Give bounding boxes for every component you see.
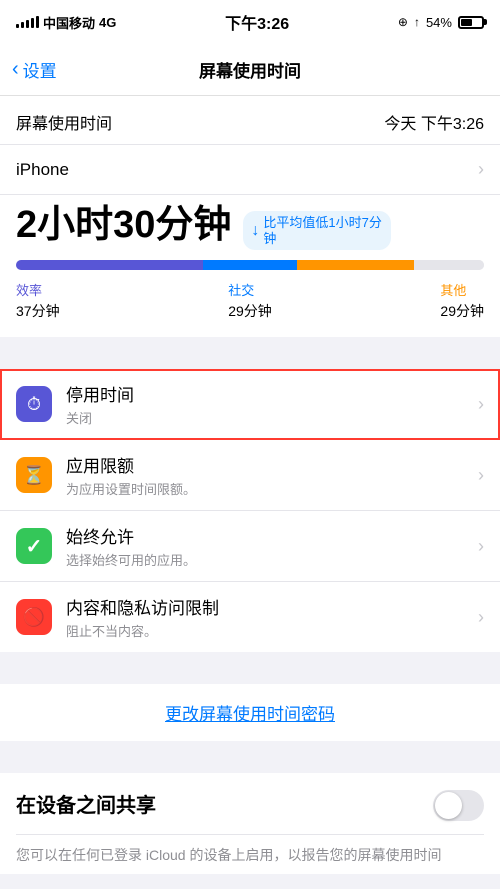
change-passcode-link[interactable]: 更改屏幕使用时间密码 <box>16 700 484 725</box>
network-type-label: 4G <box>99 15 116 30</box>
usage-item-social: 社交 29分钟 <box>228 280 272 321</box>
content-privacy-icon-bg: 🚫 <box>16 599 52 635</box>
section-gap-2 <box>0 652 500 684</box>
downtime-title: 停用时间 <box>66 381 478 406</box>
usage-value-efficiency: 37分钟 <box>16 301 60 321</box>
content-privacy-title: 内容和隐私访问限制 <box>66 594 478 619</box>
signal-icon <box>16 16 39 28</box>
big-time-row: 2小时30分钟 ↓ 比平均值低1小时7分钟 <box>16 205 484 250</box>
usage-label-efficiency: 效率 <box>16 280 60 299</box>
back-button[interactable]: ‹ 设置 <box>12 57 57 82</box>
status-bar-left: 中国移动 4G <box>16 13 116 32</box>
status-bar: 中国移动 4G 下午3:26 ⊕ ↑ 54% <box>0 0 500 44</box>
time-display-section: 2小时30分钟 ↓ 比平均值低1小时7分钟 效率 37分钟 社交 29分钟 <box>0 195 500 337</box>
usage-item-other: 其他 29分钟 <box>440 280 484 321</box>
usage-breakdown: 效率 37分钟 社交 29分钟 其他 29分钟 <box>16 280 484 321</box>
always-allowed-chevron-icon: › <box>478 536 484 557</box>
always-allowed-title: 始终允许 <box>66 523 478 548</box>
progress-segment-social <box>203 260 297 270</box>
big-time-display: 2小时30分钟 <box>16 205 231 247</box>
comparison-arrow-icon: ↓ <box>251 222 259 240</box>
section-gap-3 <box>0 741 500 773</box>
share-toggle-row: 在设备之间共享 <box>16 789 484 835</box>
content-area: 屏幕使用时间 今天 下午3:26 iPhone › 2小时30分钟 ↓ 比平均值… <box>0 96 500 889</box>
usage-label-social: 社交 <box>228 280 272 299</box>
share-toggle[interactable] <box>433 790 484 821</box>
location-icon: ⊕ <box>398 15 408 29</box>
progress-segment-efficiency <box>16 260 203 270</box>
downtime-chevron-icon: › <box>478 394 484 415</box>
downtime-content: 停用时间 关闭 <box>66 381 478 427</box>
share-section: 在设备之间共享 您可以在任何已登录 iCloud 的设备上启用，以报告您的屏幕使… <box>0 773 500 874</box>
menu-item-content-privacy[interactable]: 🚫 内容和隐私访问限制 阻止不当内容。 › <box>0 582 500 652</box>
menu-item-always-allowed[interactable]: ✓ 始终允许 选择始终可用的应用。 › <box>0 511 500 582</box>
battery-percent-label: 54% <box>426 15 452 30</box>
back-label: 设置 <box>23 57 57 82</box>
app-limits-icon: ⏳ <box>23 465 45 486</box>
downtime-icon: ⏱ <box>27 394 41 415</box>
app-limits-title: 应用限额 <box>66 452 478 477</box>
passcode-link-section: 更改屏幕使用时间密码 <box>0 684 500 741</box>
toggle-knob <box>435 792 462 819</box>
screen-time-value: 今天 下午3:26 <box>384 110 484 134</box>
progress-segment-other <box>297 260 414 270</box>
share-description: 您可以在任何已登录 iCloud 的设备上启用，以报告您的屏幕使用时间 <box>16 835 484 874</box>
nav-bar: ‹ 设置 屏幕使用时间 <box>0 44 500 96</box>
app-limits-content: 应用限额 为应用设置时间限额。 <box>66 452 478 498</box>
usage-progress-bar <box>16 260 484 270</box>
app-limits-icon-bg: ⏳ <box>16 457 52 493</box>
usage-label-other: 其他 <box>440 280 484 299</box>
app-limits-subtitle: 为应用设置时间限额。 <box>66 479 478 498</box>
status-bar-time: 下午3:26 <box>225 10 289 34</box>
always-allowed-content: 始终允许 选择始终可用的应用。 <box>66 523 478 569</box>
app-limits-chevron-icon: › <box>478 465 484 486</box>
usage-value-other: 29分钟 <box>440 301 484 321</box>
usage-item-efficiency: 效率 37分钟 <box>16 280 60 321</box>
usage-value-social: 29分钟 <box>228 301 272 321</box>
content-privacy-content: 内容和隐私访问限制 阻止不当内容。 <box>66 594 478 640</box>
alarm-icon: ↑ <box>414 15 420 29</box>
screen-time-header-row: 屏幕使用时间 今天 下午3:26 <box>0 96 500 145</box>
screen-time-label: 屏幕使用时间 <box>16 110 112 134</box>
status-bar-right: ⊕ ↑ 54% <box>398 15 484 30</box>
always-allowed-icon: ✓ <box>26 534 43 559</box>
iphone-label: iPhone <box>16 160 69 180</box>
share-title: 在设备之间共享 <box>16 789 156 818</box>
progress-segment-empty <box>414 260 484 270</box>
battery-fill <box>461 19 472 26</box>
content-privacy-chevron-icon: › <box>478 607 484 628</box>
iphone-row[interactable]: iPhone › <box>0 145 500 195</box>
always-allowed-icon-bg: ✓ <box>16 528 52 564</box>
comparison-badge: ↓ 比平均值低1小时7分钟 <box>243 211 391 250</box>
downtime-icon-bg: ⏱ <box>16 386 52 422</box>
always-allowed-subtitle: 选择始终可用的应用。 <box>66 550 478 569</box>
content-privacy-icon: 🚫 <box>23 607 45 628</box>
comparison-text: 比平均值低1小时7分钟 <box>263 215 383 246</box>
downtime-subtitle: 关闭 <box>66 408 478 427</box>
screen-time-header-section: 屏幕使用时间 今天 下午3:26 <box>0 96 500 145</box>
nav-title: 屏幕使用时间 <box>199 57 301 82</box>
carrier-label: 中国移动 <box>43 13 95 32</box>
section-gap-1 <box>0 337 500 369</box>
battery-icon <box>458 16 484 29</box>
content-privacy-subtitle: 阻止不当内容。 <box>66 621 478 640</box>
menu-section: ⏱ 停用时间 关闭 › ⏳ 应用限额 为应用设置时间限额。 › ✓ <box>0 369 500 652</box>
menu-item-app-limits[interactable]: ⏳ 应用限额 为应用设置时间限额。 › <box>0 440 500 511</box>
back-chevron-icon: ‹ <box>12 59 19 79</box>
menu-item-downtime[interactable]: ⏱ 停用时间 关闭 › <box>0 369 500 440</box>
iphone-chevron-icon: › <box>478 159 484 180</box>
